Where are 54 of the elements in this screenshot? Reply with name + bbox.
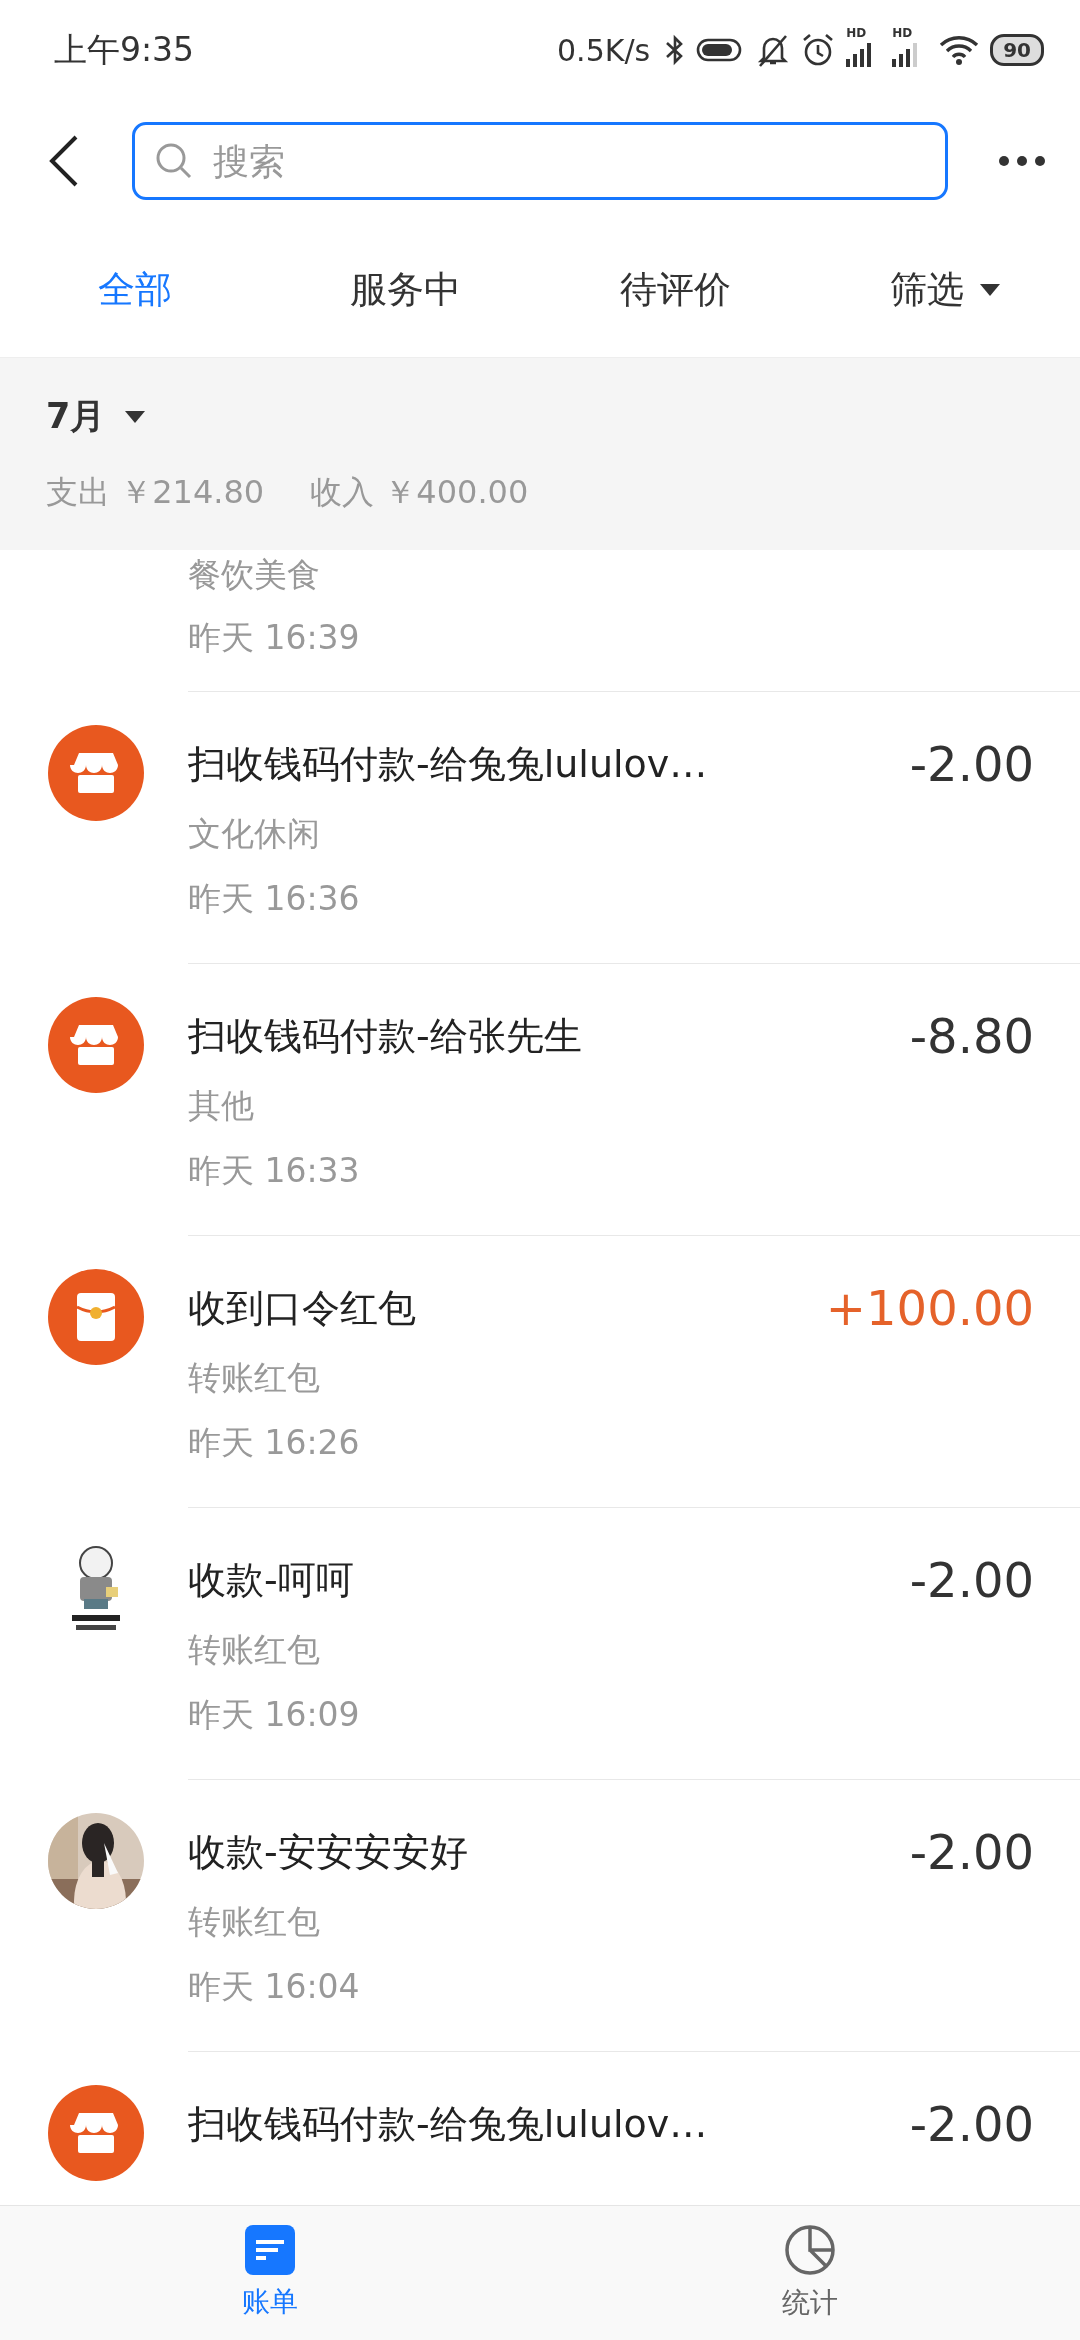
pie-chart-icon <box>784 2224 836 2276</box>
shop-icon <box>47 725 144 821</box>
category-text: 餐饮美食 <box>188 554 321 596</box>
signal-label: HD <box>892 27 913 39</box>
caret-icon <box>125 410 146 423</box>
amount-text: -2.00 <box>909 1824 1034 1880</box>
transaction-row[interactable]: 收到口令红包 +100.00 转账红包 昨天 16:26 <box>0 1236 1080 1508</box>
expense-total: 支出 ￥214.80 <box>46 471 265 513</box>
envelope-icon <box>47 1269 144 1365</box>
status-time: 上午9:35 <box>54 28 195 71</box>
transaction-title: 收到口令红包 <box>188 1284 416 1332</box>
network-speed: 0.5K/s <box>557 32 651 68</box>
shop-icon <box>47 997 144 1093</box>
amount-text: +100.00 <box>825 1280 1034 1336</box>
category-text: 文化休闲 <box>188 813 321 855</box>
search-icon <box>154 141 194 181</box>
filter-tab[interactable]: 服务中 <box>270 264 540 315</box>
transaction-row[interactable]: 收款-安安安安好 -2.00 转账红包 昨天 16:04 <box>0 1780 1080 2052</box>
amount-text: -2.00 <box>909 2096 1034 2152</box>
transaction-row[interactable]: 收款-呵呵 -2.00 转账红包 昨天 16:09 <box>0 1508 1080 1780</box>
wifi-icon <box>938 33 981 67</box>
time-text: 昨天 16:33 <box>188 1150 361 1192</box>
amount-text: -2.00 <box>909 736 1034 792</box>
transaction-title: 扫收钱码付款-给兔兔lululov… <box>188 2100 708 2148</box>
time-text: 昨天 16:39 <box>188 617 361 659</box>
filter-tab[interactable]: 待评价 <box>540 264 810 315</box>
nav-item[interactable]: 统计 <box>540 2206 1080 2340</box>
signal-label: HD <box>846 27 867 39</box>
battery-indicator: 90 <box>990 34 1044 66</box>
more-icon[interactable] <box>998 155 1046 167</box>
time-text: 昨天 16:04 <box>188 1966 361 2008</box>
filter-tab[interactable]: 全部 <box>0 264 270 315</box>
nav-item[interactable]: 账单 <box>0 2206 540 2340</box>
transaction-title: 扫收钱码付款-给兔兔lululov… <box>188 740 708 788</box>
shop-icon <box>47 2085 144 2181</box>
time-text: 昨天 16:26 <box>188 1422 361 1464</box>
transaction-row[interactable]: 扫收钱码付款-给张先生 -8.80 其他 昨天 16:33 <box>0 964 1080 1236</box>
transaction-row[interactable]: 扫收钱码付款-给兔兔lululov… -2.00 文化休闲 昨天 16:36 <box>0 692 1080 964</box>
category-text: 其他 <box>188 1085 255 1127</box>
bill-icon <box>245 2225 295 2275</box>
amount-text: -8.80 <box>909 1008 1034 1064</box>
transaction-title: 收款-安安安安好 <box>188 1828 468 1876</box>
category-text: 转账红包 <box>188 1901 321 1943</box>
time-text: 昨天 16:36 <box>188 878 361 920</box>
month-selector[interactable]: 7月 <box>46 393 1034 441</box>
search-field[interactable]: 搜索 <box>132 122 948 200</box>
amount-text: -2.00 <box>909 1552 1034 1608</box>
category-text: 转账红包 <box>188 1629 321 1671</box>
time-text: 昨天 16:09 <box>188 1694 361 1736</box>
transaction-title: 收款-呵呵 <box>188 1556 354 1604</box>
category-text: 转账红包 <box>188 1357 321 1399</box>
income-total: 收入 ￥400.00 <box>310 471 529 513</box>
filter-tab[interactable]: 筛选 <box>810 264 1080 315</box>
transaction-title: 扫收钱码付款-给张先生 <box>188 1012 582 1060</box>
